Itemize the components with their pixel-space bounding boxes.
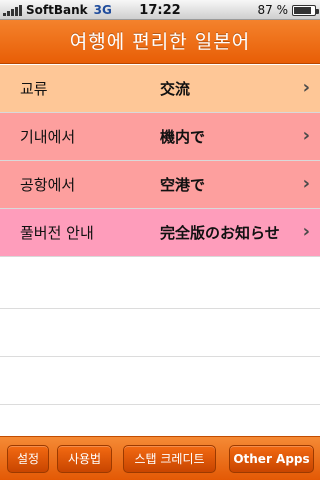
empty-row bbox=[0, 357, 320, 405]
chevron-right-icon: › bbox=[302, 221, 310, 242]
list-item-japanese-label: 完全版のお知らせ bbox=[160, 224, 280, 242]
list-item-japanese-label: 機内で bbox=[160, 128, 206, 146]
list-item-korean-label: 풀버전 안내 bbox=[20, 224, 94, 242]
battery-icon bbox=[292, 4, 319, 16]
navigation-bar: 여행에 편리한 일본어 bbox=[0, 20, 320, 64]
how-to-use-button[interactable]: 사용법 bbox=[57, 445, 112, 473]
list-item-korean-label: 공항에서 bbox=[20, 176, 76, 194]
empty-row bbox=[0, 309, 320, 357]
status-bar: SoftBank 3G 17:22 87 % bbox=[0, 0, 320, 20]
battery-percent: 87 % bbox=[257, 3, 289, 17]
page-title: 여행에 편리한 일본어 bbox=[69, 31, 251, 53]
list-item-exchange[interactable]: 교류 交流 › bbox=[0, 65, 320, 113]
chevron-right-icon: › bbox=[302, 125, 310, 146]
settings-button[interactable]: 설정 bbox=[7, 445, 49, 473]
bottom-toolbar: 설정 사용법 스탭 크레디트 Other Apps bbox=[0, 436, 320, 480]
staff-credits-button[interactable]: 스탭 크레디트 bbox=[123, 445, 216, 473]
battery-fill bbox=[294, 6, 311, 14]
list-item-korean-label: 기내에서 bbox=[20, 128, 76, 146]
empty-list-area bbox=[0, 261, 320, 453]
status-right: 87 % bbox=[257, 3, 319, 17]
chevron-right-icon: › bbox=[302, 173, 310, 194]
list-item-in-flight[interactable]: 기내에서 機内で › bbox=[0, 113, 320, 161]
list-item-airport[interactable]: 공항에서 空港で › bbox=[0, 161, 320, 209]
chevron-right-icon: › bbox=[302, 77, 310, 98]
list-item-japanese-label: 交流 bbox=[160, 80, 191, 98]
list-item-korean-label: 교류 bbox=[20, 80, 48, 98]
phrase-category-list: 교류 交流 › 기내에서 機内で › 공항에서 空港で › 풀버전 안내 完全版… bbox=[0, 65, 320, 257]
empty-row bbox=[0, 261, 320, 309]
list-item-japanese-label: 空港で bbox=[160, 176, 206, 194]
battery-nub bbox=[316, 8, 319, 14]
other-apps-button[interactable]: Other Apps bbox=[229, 445, 314, 473]
list-item-full-version[interactable]: 풀버전 안내 完全版のお知らせ › bbox=[0, 209, 320, 257]
